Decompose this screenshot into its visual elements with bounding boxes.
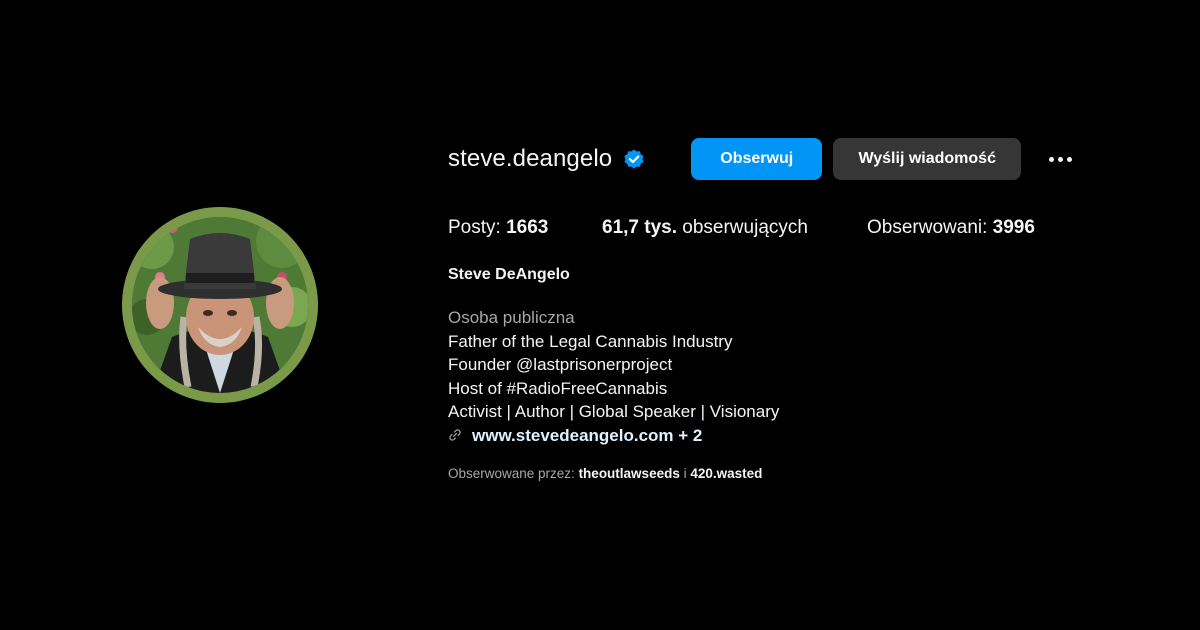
avatar-story-ring[interactable] — [122, 207, 318, 403]
bio-line: Founder @lastprisonerproject — [448, 355, 673, 374]
dot — [1048, 156, 1054, 162]
avatar-photo — [132, 217, 308, 393]
followed-by-user[interactable]: theoutlawseeds — [579, 466, 680, 481]
more-options-icon[interactable] — [1045, 138, 1075, 180]
following-count[interactable]: Obserwowani: 3996 — [867, 217, 1035, 239]
profile-stats: Posty: 1663 61,7 tys. obserwujących Obse… — [448, 217, 1035, 239]
dot — [1066, 156, 1072, 162]
posts-label: Posty: — [448, 217, 507, 238]
profile-header: steve.deangelo Obserwuj Wyślij wiadomość — [448, 138, 1075, 180]
external-link[interactable]: www.stevedeangelo.com + 2 — [448, 424, 779, 448]
profile-page: steve.deangelo Obserwuj Wyślij wiadomość… — [0, 0, 1200, 630]
following-value: 3996 — [992, 217, 1035, 238]
followed-by-user[interactable]: 420.wasted — [690, 466, 762, 481]
verified-badge-icon — [624, 149, 644, 169]
posts-count: Posty: 1663 — [448, 217, 602, 239]
link-icon — [449, 429, 461, 441]
following-label: Obserwowani: — [867, 217, 993, 238]
send-message-button[interactable]: Wyślij wiadomość — [833, 138, 1022, 180]
link-text[interactable]: www.stevedeangelo.com + 2 — [472, 424, 702, 448]
posts-value: 1663 — [506, 217, 549, 238]
avatar[interactable] — [132, 217, 308, 393]
username: steve.deangelo — [448, 145, 613, 172]
followers-label: obserwujących — [677, 217, 808, 238]
bio-line: Father of the Legal Cannabis Industry — [448, 331, 733, 351]
followed-by-separator: i — [679, 466, 691, 481]
followers-value: 61,7 tys. — [602, 217, 677, 238]
bio-line: Host of #RadioFreeCannabis — [448, 378, 668, 398]
followed-by[interactable]: Obserwowane przez: theoutlawseeds i 420.… — [448, 466, 762, 481]
followed-by-prefix: Obserwowane przez: — [448, 466, 579, 481]
followers-count[interactable]: 61,7 tys. obserwujących — [602, 217, 867, 239]
follow-button[interactable]: Obserwuj — [691, 138, 823, 180]
bio-line: Activist | Author | Global Speaker | Vis… — [448, 402, 780, 421]
dot — [1057, 156, 1063, 162]
category-label: Osoba publiczna — [448, 308, 575, 327]
bio: Osoba publiczna Father of the Legal Cann… — [448, 306, 779, 447]
full-name: Steve DeAngelo — [448, 266, 570, 283]
